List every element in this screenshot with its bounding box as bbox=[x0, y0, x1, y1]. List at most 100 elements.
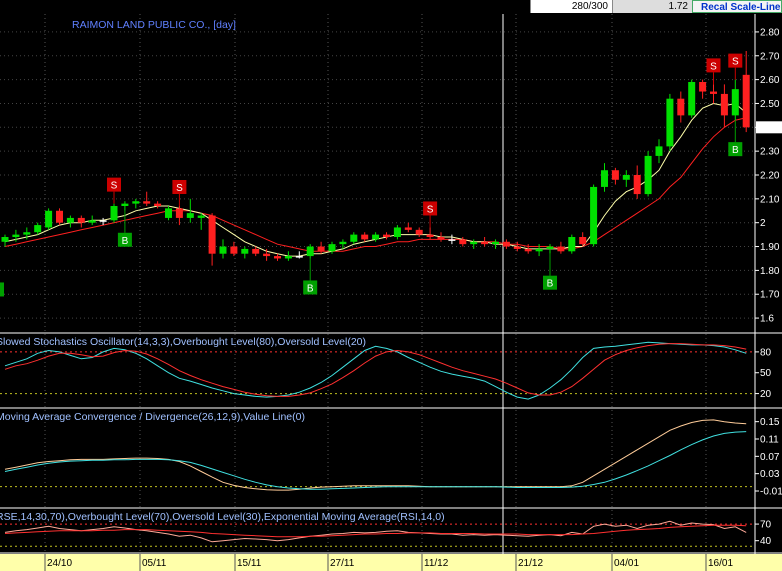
date-tick-label: 04/01 bbox=[614, 558, 639, 569]
rsi-tick-label: 40 bbox=[760, 536, 772, 547]
price-tick-label: 2 bbox=[760, 218, 766, 229]
price-tick-label: 1.90 bbox=[760, 242, 780, 253]
candle-body bbox=[470, 241, 478, 245]
price-tick-label: 1.6 bbox=[760, 314, 774, 325]
macd-tick-label: 0.11 bbox=[760, 435, 779, 446]
candle-body bbox=[317, 246, 325, 252]
sell-signal-label: S bbox=[111, 181, 118, 192]
candle-body bbox=[143, 201, 151, 204]
candle-body bbox=[459, 239, 467, 245]
candle-body bbox=[568, 237, 576, 252]
date-tick-label: 05/11 bbox=[142, 558, 167, 569]
candle-body bbox=[546, 246, 554, 249]
buy-signal-label: B bbox=[307, 283, 314, 294]
macd-series-line bbox=[4, 419, 747, 491]
candle-body bbox=[132, 201, 140, 204]
candle-body bbox=[720, 93, 728, 116]
candle-body bbox=[404, 227, 412, 230]
candle-body bbox=[601, 170, 608, 187]
candle-body bbox=[393, 227, 401, 237]
candle-body bbox=[742, 74, 750, 128]
price-tick-label: 1.80 bbox=[760, 266, 780, 277]
candle-body bbox=[219, 246, 227, 254]
candle-body bbox=[524, 248, 532, 252]
date-tick-label: 15/11 bbox=[237, 558, 262, 569]
candle-body bbox=[590, 186, 598, 245]
candle-body bbox=[121, 203, 129, 206]
candle-body bbox=[492, 241, 499, 245]
candle-body bbox=[677, 98, 685, 116]
stochastic-tick-label: 80 bbox=[760, 347, 772, 358]
macd-series-line bbox=[4, 431, 747, 490]
price-chart-title: RAIMON LAND PUBLIC CO., [day] bbox=[72, 19, 236, 31]
candle-body bbox=[644, 155, 652, 195]
rsi-tick-label: 70 bbox=[760, 520, 772, 531]
price-tick-label: 2.30 bbox=[760, 147, 780, 158]
candle-body bbox=[295, 256, 303, 258]
candle-body bbox=[263, 253, 271, 257]
candle-body bbox=[633, 175, 641, 195]
candle-body bbox=[535, 248, 543, 252]
candle-body bbox=[306, 246, 314, 257]
candle-body bbox=[611, 170, 619, 180]
macd-tick-label: -0.01 bbox=[760, 487, 782, 498]
candle-body bbox=[230, 246, 238, 254]
date-tick-label: 16/01 bbox=[708, 558, 733, 569]
candle-body bbox=[699, 82, 707, 92]
date-tick-label: 24/10 bbox=[47, 558, 72, 569]
price-tick-label: 2.20 bbox=[760, 171, 780, 182]
candle-body bbox=[274, 256, 281, 259]
candle-body bbox=[502, 241, 510, 247]
buy-signal-label: B bbox=[547, 279, 554, 290]
macd-tick-label: 0.15 bbox=[760, 417, 780, 428]
candle-body bbox=[284, 256, 292, 259]
candle-body bbox=[175, 208, 183, 218]
candle-body bbox=[339, 241, 347, 245]
rsi-title: RSE,14,30,70),Overbought Level(70),Overs… bbox=[0, 511, 445, 523]
price-tick-label: 2.10 bbox=[760, 194, 780, 205]
stochastic-title: Slowed Stochastics Oscillator(14,3,3),Ov… bbox=[0, 336, 366, 348]
last-price-label: 2.40 bbox=[758, 123, 778, 134]
candle-body bbox=[372, 234, 380, 240]
candle-body bbox=[710, 91, 717, 94]
price-tick-label: 2.50 bbox=[760, 99, 780, 110]
candle-body bbox=[437, 237, 445, 240]
candle-body bbox=[34, 225, 42, 233]
candle-body bbox=[110, 206, 118, 221]
candle-body bbox=[208, 215, 216, 254]
candle-body bbox=[45, 210, 53, 228]
price-tick-label: 2.60 bbox=[760, 75, 780, 86]
candle-body bbox=[383, 234, 390, 237]
candle-body bbox=[481, 241, 489, 245]
macd-tick-label: 0.03 bbox=[760, 469, 780, 480]
buy-signal-label: B bbox=[122, 236, 129, 247]
price-tick-label: 2.70 bbox=[760, 51, 780, 62]
macd-title: Moving Average Convergence / Divergence(… bbox=[0, 411, 305, 423]
date-tick-label: 27/11 bbox=[330, 558, 355, 569]
candle-body bbox=[197, 215, 205, 218]
candle-body bbox=[328, 244, 336, 252]
candle-body bbox=[655, 146, 663, 156]
buy-signal-marker bbox=[0, 282, 4, 297]
sell-signal-label: S bbox=[732, 57, 739, 68]
candle-body bbox=[666, 98, 674, 147]
candle-body bbox=[88, 220, 96, 223]
candle-body bbox=[513, 246, 521, 249]
candle-body bbox=[1, 237, 9, 242]
buy-signal-label: B bbox=[732, 145, 739, 156]
sell-signal-label: S bbox=[710, 61, 717, 72]
stock-chart[interactable]: 2.80 2.70 2.60 2.50 2.40 2.30 2.20 2.10 2 1.90 1.8… bbox=[0, 0, 782, 571]
candle-body bbox=[241, 248, 249, 254]
macd-tick-label: 0.07 bbox=[760, 452, 780, 463]
candle-body bbox=[154, 203, 162, 206]
candle-body bbox=[731, 89, 739, 116]
candle-body bbox=[252, 248, 260, 254]
candle-body bbox=[557, 246, 565, 252]
candle-body bbox=[56, 210, 63, 223]
stochastic-tick-label: 50 bbox=[760, 368, 772, 379]
candle-body bbox=[66, 217, 74, 223]
price-tick-label: 2.80 bbox=[760, 27, 780, 38]
candle-body bbox=[361, 234, 369, 240]
price-tick-label: 1.70 bbox=[760, 290, 780, 301]
candle-body bbox=[579, 237, 587, 245]
